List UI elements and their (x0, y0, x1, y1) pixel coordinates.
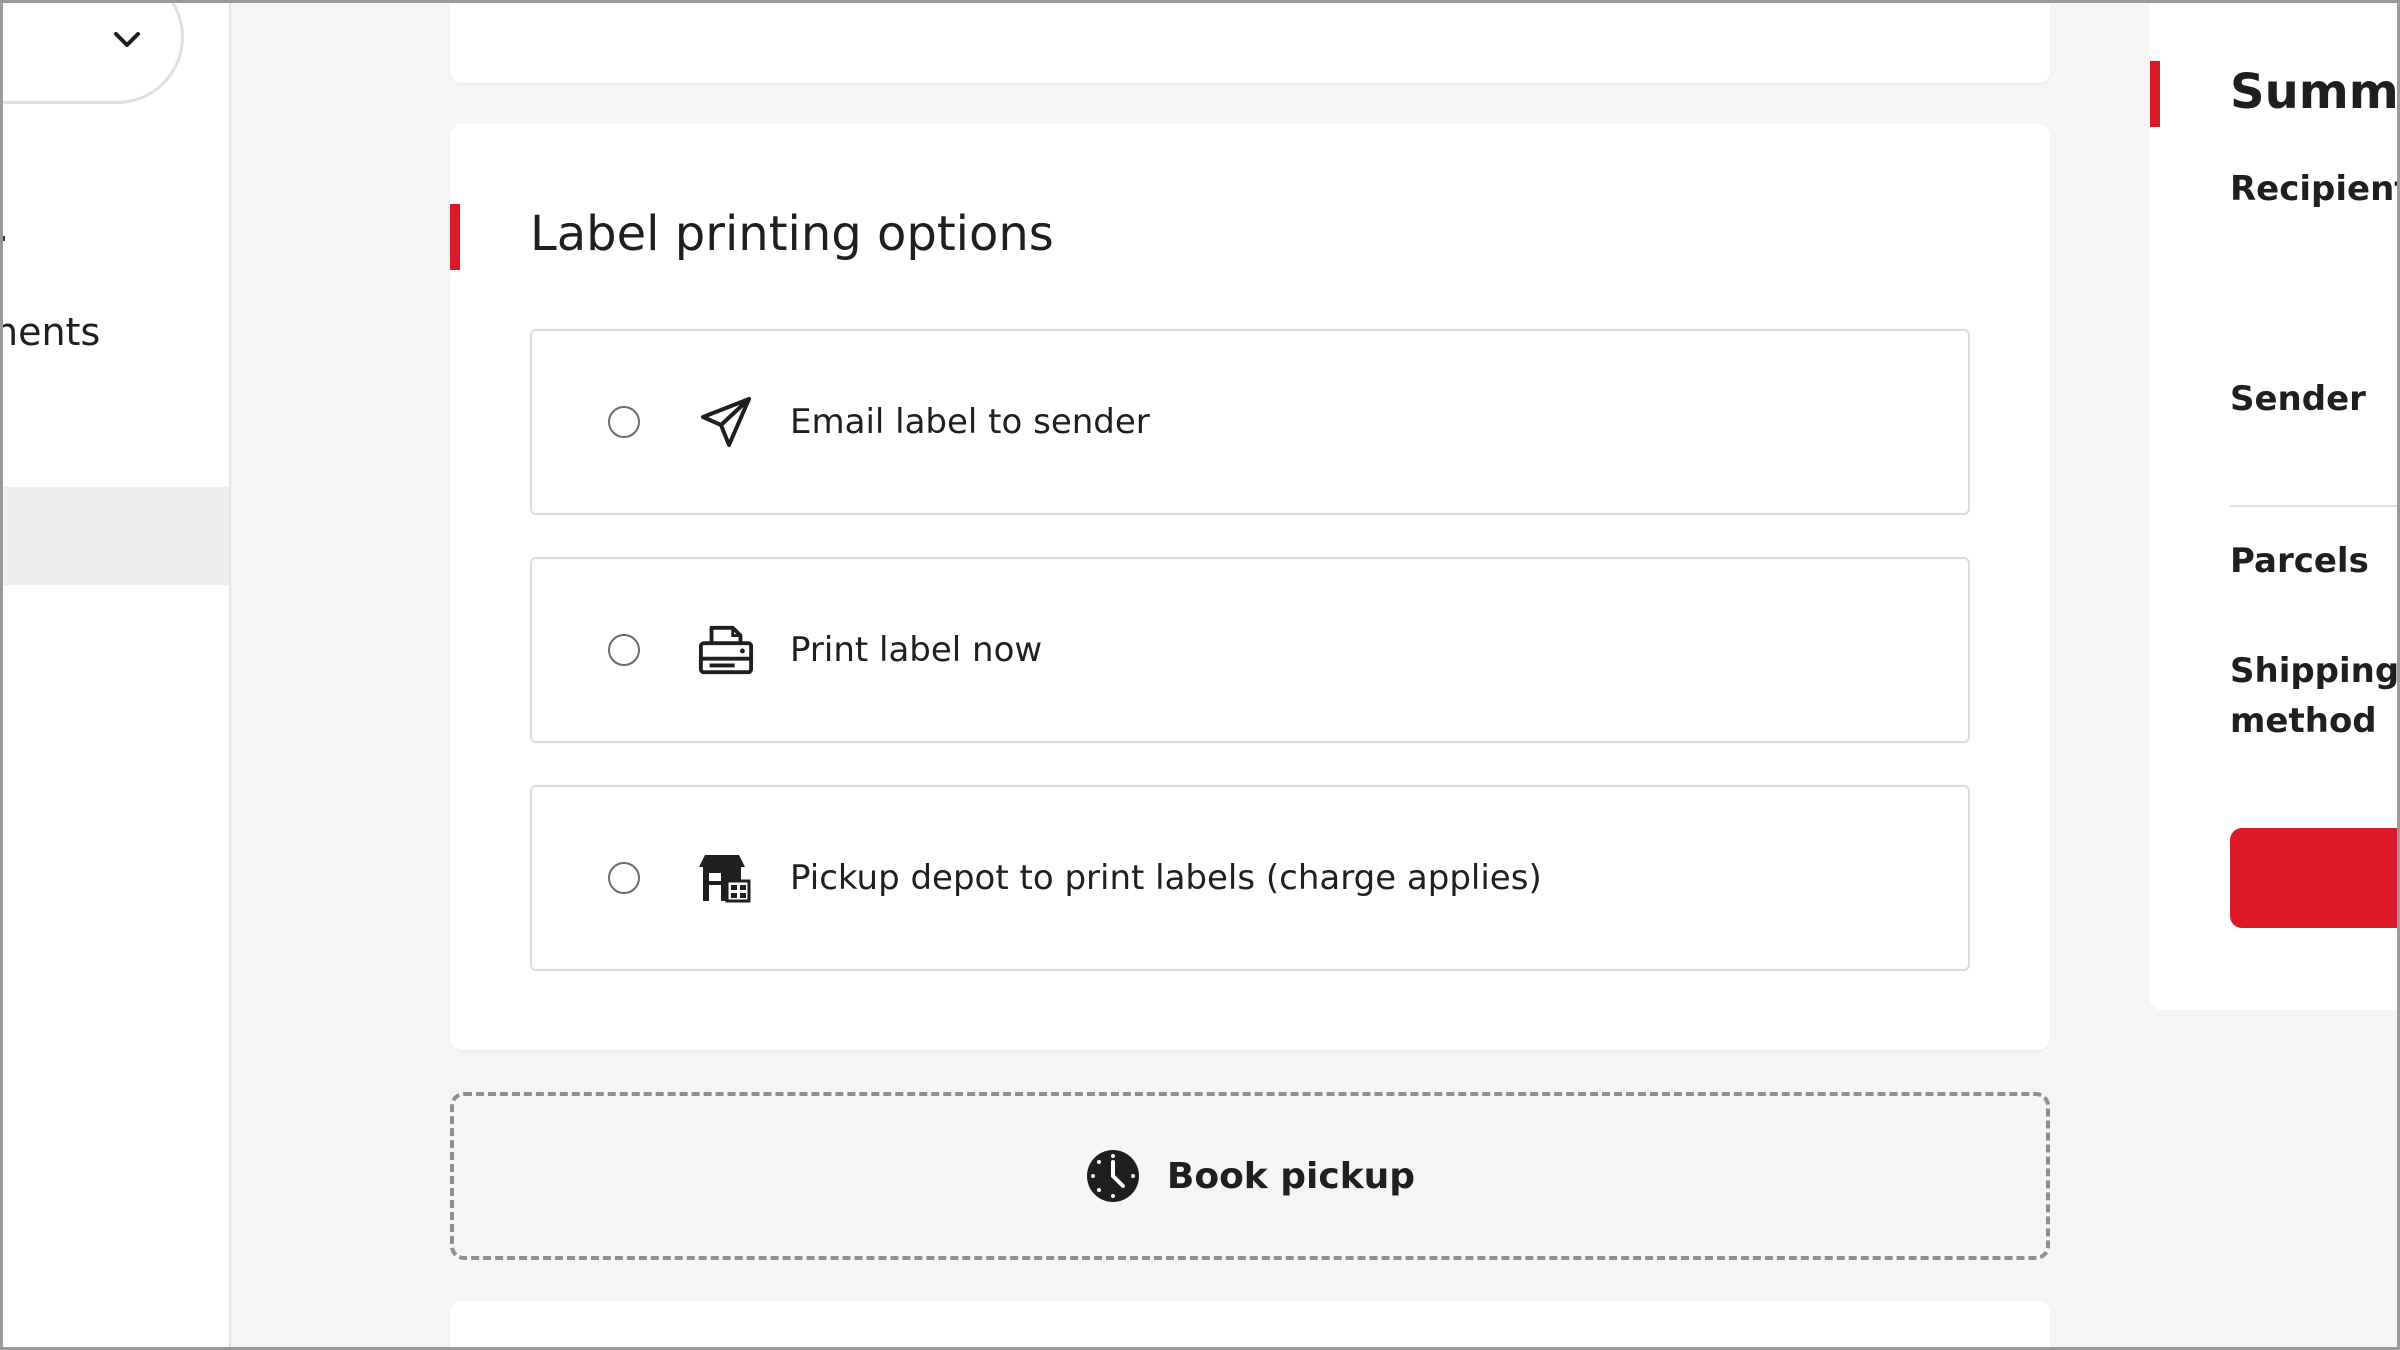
label-printing-card: Label printing options Email label to se… (450, 124, 2050, 1050)
option-email-label[interactable]: Email label to sender (530, 329, 1970, 515)
section-accent-bar (450, 204, 460, 270)
sidebar: nents (0, 0, 231, 1350)
summary-panel: Summa Recipient Sender Parcels Shipping … (2150, 0, 2400, 1010)
option-label: Print label now (790, 630, 1043, 670)
chevron-down-icon (114, 32, 140, 47)
option-label: Pickup depot to print labels (charge app… (790, 858, 1542, 898)
option-pickup-depot[interactable]: Pickup depot to print labels (charge app… (530, 785, 1970, 971)
sidebar-item-active[interactable] (0, 487, 229, 585)
sidebar-item-label[interactable]: nents (0, 310, 100, 354)
next-section-card (450, 1301, 2050, 1350)
option-label: Email label to sender (790, 402, 1150, 442)
book-pickup-button[interactable]: Book pickup (450, 1092, 2050, 1260)
summary-primary-button[interactable] (2230, 828, 2400, 928)
section-title: Label printing options (530, 206, 1054, 262)
summary-divider (2230, 505, 2400, 507)
summary-recipient-label: Recipient (2230, 169, 2400, 209)
clock-icon (1086, 1150, 1139, 1202)
radio-button[interactable] (608, 862, 640, 894)
summary-sender-label: Sender (2230, 379, 2366, 419)
summary-shipping-method-label: Shipping (2230, 651, 2400, 691)
depot-icon (698, 850, 754, 906)
summary-shipping-method-label-line2: method (2230, 701, 2377, 741)
account-dropdown[interactable] (0, 0, 184, 104)
summary-title: Summa (2230, 64, 2400, 120)
previous-section-card (450, 0, 2050, 83)
sidebar-item-fragment (0, 236, 5, 241)
send-icon (698, 394, 754, 450)
radio-button[interactable] (608, 406, 640, 438)
printer-icon (698, 622, 754, 678)
book-pickup-label: Book pickup (1166, 1155, 1416, 1197)
summary-parcels-label: Parcels (2230, 541, 2369, 581)
option-print-now[interactable]: Print label now (530, 557, 1970, 743)
radio-button[interactable] (608, 634, 640, 666)
summary-accent-bar (2150, 61, 2160, 127)
